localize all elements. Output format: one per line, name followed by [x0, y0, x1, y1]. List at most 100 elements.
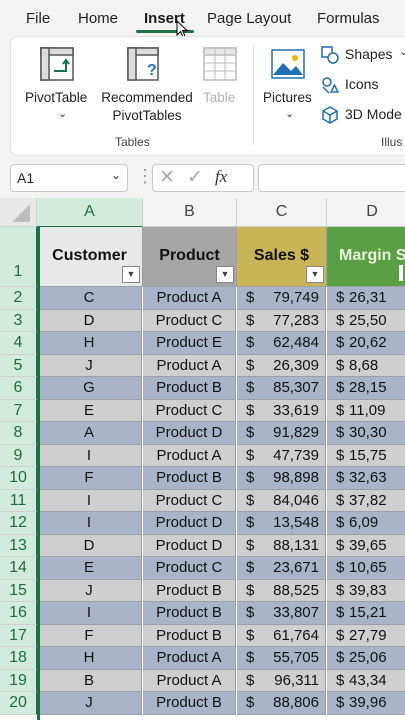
cell-customer[interactable]: J	[37, 354, 142, 377]
cell-product[interactable]: Product B	[143, 467, 236, 490]
cell-product[interactable]: Product C	[143, 489, 236, 512]
cell-sales[interactable]: $96,311	[237, 669, 326, 692]
cell-sales[interactable]: $62,484	[237, 332, 326, 355]
tab-formulas[interactable]: Formulas	[317, 10, 380, 27]
cell-sales[interactable]: $88,806	[237, 692, 326, 715]
filter-dropdown-icon[interactable]: ▼	[122, 266, 140, 283]
cell-customer[interactable]: I	[37, 489, 142, 512]
cell-margin[interactable]: $39,96	[327, 692, 405, 715]
cell-customer[interactable]: A	[37, 422, 142, 445]
cell-product[interactable]: Product B	[143, 377, 236, 400]
cell-margin[interactable]: $25,50	[327, 309, 405, 332]
cell-customer[interactable]: F	[37, 467, 142, 490]
cell-sales[interactable]: $98,898	[237, 467, 326, 490]
row-header[interactable]: 14	[0, 557, 38, 580]
row-header[interactable]: 9	[0, 444, 38, 467]
cell-margin[interactable]: $26,31	[327, 287, 405, 310]
row-header[interactable]: 1	[0, 227, 38, 287]
cell-margin[interactable]: $15,21	[327, 602, 405, 625]
cell-sales[interactable]: $33,807	[237, 602, 326, 625]
cell-product[interactable]: Product B	[143, 624, 236, 647]
cell-margin[interactable]: $30,30	[327, 422, 405, 445]
cell-product[interactable]: Product D	[143, 512, 236, 535]
cell-sales[interactable]: $23,671	[237, 557, 326, 580]
cell-sales[interactable]: $33,619	[237, 399, 326, 422]
cell-sales[interactable]: $85,307	[237, 377, 326, 400]
cell-customer[interactable]: H	[37, 332, 142, 355]
cell-sales[interactable]: $13,548	[237, 512, 326, 535]
cell-product[interactable]: Product C	[143, 557, 236, 580]
table-button[interactable]: Table	[197, 41, 243, 121]
tab-file[interactable]: File	[26, 10, 50, 27]
cell-margin[interactable]: $32,63	[327, 467, 405, 490]
row-header[interactable]: 8	[0, 422, 38, 445]
cell-margin[interactable]: $27,79	[327, 624, 405, 647]
cell-margin[interactable]: $6,09	[327, 512, 405, 535]
cell-sales[interactable]: $91,829	[237, 422, 326, 445]
filter-dropdown-icon[interactable]: ▼	[216, 266, 234, 283]
row-header[interactable]: 13	[0, 534, 38, 557]
shapes-button[interactable]: Shapes ⌄	[321, 45, 405, 65]
row-header[interactable]: 2	[0, 287, 38, 310]
insert-function-icon[interactable]: fx	[215, 167, 227, 187]
select-all-corner[interactable]	[0, 198, 37, 227]
cell-product[interactable]: Product B	[143, 602, 236, 625]
cell-product[interactable]: Product A	[143, 647, 236, 670]
cell-product[interactable]: Product A	[143, 444, 236, 467]
cell-margin[interactable]: $8,68	[327, 354, 405, 377]
cell-margin[interactable]: $43,34	[327, 669, 405, 692]
cell-sales[interactable]: $55,705	[237, 647, 326, 670]
cell-product[interactable]: Product D	[143, 534, 236, 557]
enter-icon[interactable]: ✓	[187, 166, 203, 189]
cell-sales[interactable]: $77,283	[237, 309, 326, 332]
row-header[interactable]: 17	[0, 624, 38, 647]
header-cell-customer[interactable]: Customer ▼	[37, 227, 143, 287]
recommended-pivottables-button[interactable]: ? Recommended PivotTables	[97, 41, 197, 125]
cell-margin[interactable]: $28,15	[327, 377, 405, 400]
cell-product[interactable]: Product B	[143, 692, 236, 715]
cell-customer[interactable]: D	[37, 534, 142, 557]
row-header[interactable]: 11	[0, 489, 38, 512]
tab-page-layout[interactable]: Page Layout	[207, 10, 291, 27]
cell-sales[interactable]: $84,046	[237, 489, 326, 512]
cell-product[interactable]: Product B	[143, 579, 236, 602]
row-header[interactable]: 6	[0, 377, 38, 400]
tab-home[interactable]: Home	[78, 10, 118, 27]
cell-customer[interactable]: I	[37, 512, 142, 535]
cell-customer[interactable]: H	[37, 647, 142, 670]
cell-customer[interactable]: C	[37, 287, 142, 310]
row-header[interactable]: 7	[0, 399, 38, 422]
cell-sales[interactable]: $88,525	[237, 579, 326, 602]
cell-margin[interactable]: $20,62	[327, 332, 405, 355]
cell-customer[interactable]: I	[37, 602, 142, 625]
cell-customer[interactable]: B	[37, 669, 142, 692]
cell-margin[interactable]: $25,06	[327, 647, 405, 670]
row-header[interactable]: 15	[0, 579, 38, 602]
row-header[interactable]: 4	[0, 332, 38, 355]
cell-product[interactable]: Product D	[143, 422, 236, 445]
header-cell-product[interactable]: Product ▼	[143, 227, 237, 287]
cell-customer[interactable]: J	[37, 579, 142, 602]
cell-customer[interactable]: G	[37, 377, 142, 400]
cell-customer[interactable]: E	[37, 399, 142, 422]
cell-product[interactable]: Product A	[143, 354, 236, 377]
cell-margin[interactable]: $11,09	[327, 399, 405, 422]
cell-sales[interactable]: $26,309	[237, 354, 326, 377]
3d-models-button[interactable]: 3D Mode	[321, 105, 405, 125]
cell-customer[interactable]: J	[37, 692, 142, 715]
cell-sales[interactable]: $47,739	[237, 444, 326, 467]
cell-sales[interactable]: $79,749	[237, 287, 326, 310]
cell-customer[interactable]: D	[37, 309, 142, 332]
cell-product[interactable]: Product C	[143, 309, 236, 332]
cell-product[interactable]: Product A	[143, 287, 236, 310]
pivottable-button[interactable]: PivotTable ⌄	[17, 41, 97, 121]
cell-customer[interactable]: F	[37, 624, 142, 647]
column-header-c[interactable]: C	[237, 198, 327, 227]
cell-sales[interactable]: $88,131	[237, 534, 326, 557]
formula-input[interactable]	[258, 164, 405, 192]
cell-sales[interactable]: $61,764	[237, 624, 326, 647]
name-box[interactable]: A1 ⌄	[10, 164, 128, 192]
cell-customer[interactable]: E	[37, 557, 142, 580]
cell-margin[interactable]: $15,75	[327, 444, 405, 467]
cell-margin[interactable]: $37,82	[327, 489, 405, 512]
